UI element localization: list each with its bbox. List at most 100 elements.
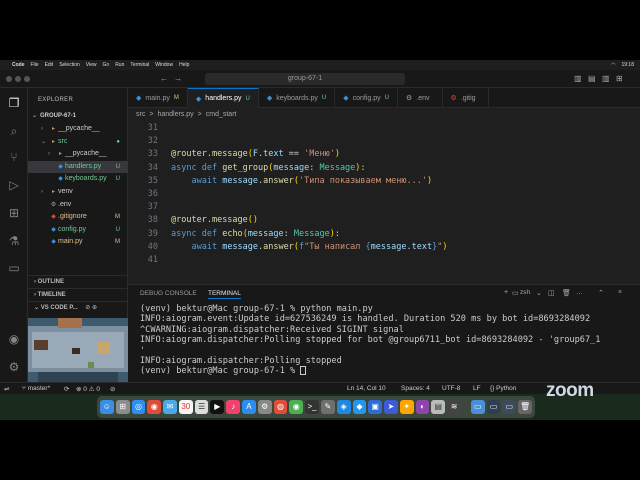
search-icon[interactable]: ⌕ <box>7 124 21 138</box>
tab-debug-console[interactable]: DEBUG CONSOLE <box>140 290 197 297</box>
code-line[interactable]: 32 <box>128 135 640 148</box>
sync-icon[interactable]: ⟳ <box>64 385 69 393</box>
apple-tv-icon[interactable]: ▶ <box>210 400 225 414</box>
editor-tab[interactable]: ⚙ .env <box>398 88 443 108</box>
code-line[interactable]: 36 <box>128 188 640 201</box>
tree-item[interactable]: ◆ .gitignore M <box>28 211 128 223</box>
tree-item[interactable]: ◆ config.py U <box>28 224 128 236</box>
tree-item[interactable]: ◆ keyboards.py U <box>28 173 128 185</box>
recent-window-2-icon[interactable]: ▭ <box>502 400 517 414</box>
safari-icon[interactable]: ◎ <box>131 400 146 414</box>
tab-terminal[interactable]: TERMINAL <box>208 290 241 299</box>
run-debug-icon[interactable]: ▷ <box>7 178 21 192</box>
editor-tab[interactable]: ⚙ .gitig <box>443 88 489 108</box>
new-terminal-icon[interactable]: + <box>504 289 508 296</box>
tree-item[interactable]: › ▸ venv <box>28 186 128 198</box>
back-arrow-icon[interactable]: ← <box>160 74 168 83</box>
problems-indicator[interactable]: ⊗ 0 ⚠ 0 <box>76 385 100 393</box>
workspace-root[interactable]: ⌄ GROUP-67-1 <box>28 110 128 122</box>
recent-window-icon[interactable]: ▭ <box>486 400 501 414</box>
mail-icon[interactable]: ✉ <box>163 400 177 414</box>
code-line[interactable]: 41 <box>128 254 640 267</box>
code-editor[interactable]: 31 32 33 @router.message(F.text == 'Меню') 3… <box>128 122 640 284</box>
downloads-folder-icon[interactable]: ▭ <box>470 400 485 414</box>
breadcrumb-item[interactable]: cmd_start <box>206 111 237 118</box>
line-ending[interactable]: LF <box>473 385 481 392</box>
manage-gear-icon[interactable]: ⚙ <box>7 360 21 374</box>
terminal-output[interactable]: (venv) bektur@Mac group-67-1 % python ma… <box>128 302 640 382</box>
code-line[interactable]: 33 @router.message(F.text == 'Меню') <box>128 148 640 161</box>
tree-item[interactable]: ◆ main.py M <box>28 236 128 248</box>
calendar-icon[interactable]: 30 <box>178 400 193 414</box>
notes-icon[interactable]: ✎ <box>320 400 335 414</box>
activity-monitor-icon[interactable]: ≋ <box>447 400 461 414</box>
preview-icon[interactable]: ▤ <box>431 400 446 414</box>
maximize-panel-icon[interactable]: ⌃ <box>598 289 604 297</box>
zoom-app-icon[interactable]: ▣ <box>368 400 383 414</box>
code-line[interactable]: 39 async def echo(message: Message): <box>128 228 640 241</box>
discord-icon[interactable]: ◐ <box>415 400 430 414</box>
menu-terminal[interactable]: Terminal <box>130 62 149 68</box>
clock[interactable]: 19:18 <box>621 62 634 68</box>
vscode-pets-section[interactable]: ⌄ VS CODE P... ⊘ ⊕ <box>28 301 128 313</box>
app-store-icon[interactable]: A <box>242 400 256 414</box>
tree-item[interactable]: ⌄ ▸ src ● <box>28 136 128 148</box>
menu-window[interactable]: Window <box>155 62 173 68</box>
kill-terminal-icon[interactable]: 🗑 <box>562 289 571 297</box>
code-line[interactable]: 35 await message.answer('Типа показываем… <box>128 175 640 188</box>
more-actions-icon[interactable]: … <box>576 289 583 296</box>
explorer-icon[interactable]: ❐ <box>7 96 21 110</box>
menu-selection[interactable]: Selection <box>59 62 80 68</box>
layout-sidebar-right-icon[interactable]: ▥ <box>602 74 610 83</box>
terminal-shell-name[interactable]: zsh <box>520 289 530 296</box>
outline-section[interactable]: › OUTLINE <box>28 275 128 287</box>
finder-icon[interactable]: ☺ <box>100 400 114 414</box>
browser-icon[interactable]: ◍ <box>273 400 288 414</box>
tree-item[interactable]: › ▸ __pycache__ <box>28 148 128 160</box>
split-panel-icon[interactable]: ◫ <box>548 289 555 297</box>
layout-panel-icon[interactable]: ▤ <box>588 74 596 83</box>
music-icon[interactable]: ♪ <box>226 400 241 414</box>
testing-icon[interactable]: ⚗ <box>7 234 21 248</box>
vscode-app-icon[interactable]: ◈ <box>336 400 351 414</box>
code-line[interactable]: 40 await message.answer(f"Ты написал {me… <box>128 241 640 254</box>
breadcrumb-item[interactable]: src <box>136 111 145 118</box>
menu-code[interactable]: Code <box>12 62 25 68</box>
cursor-position[interactable]: Ln 14, Col 10 <box>347 385 386 392</box>
ports-icon[interactable]: ⊘ <box>110 385 115 393</box>
code-line[interactable]: 38 @router.message() <box>128 214 640 227</box>
chrome-icon[interactable]: ◉ <box>147 400 162 414</box>
menu-help[interactable]: Help <box>179 62 189 68</box>
tree-item[interactable]: ◆ handlers.py U <box>28 160 128 173</box>
terminal-icon[interactable]: ▭ <box>7 261 21 275</box>
pets-actions-icon[interactable]: ⊘ ⊕ <box>85 305 97 311</box>
contacts-icon[interactable]: ☰ <box>194 400 209 414</box>
chrome-alt-icon[interactable]: ◉ <box>289 400 304 414</box>
split-terminal-icon[interactable]: ⌄ <box>536 289 542 297</box>
extensions-icon[interactable]: ⊞ <box>7 206 21 220</box>
editor-tab[interactable]: ◆ config.py U <box>335 88 398 108</box>
code-line[interactable]: 31 <box>128 122 640 135</box>
pages-icon[interactable]: ✦ <box>399 400 414 414</box>
indentation[interactable]: Spaces: 4 <box>401 385 430 392</box>
code-line[interactable]: 37 <box>128 201 640 214</box>
remote-icon[interactable]: ⇌ <box>4 385 9 393</box>
menu-file[interactable]: File <box>31 62 39 68</box>
source-control-icon[interactable]: ⑂ <box>7 150 21 164</box>
minimize-window-button[interactable] <box>15 76 21 82</box>
language-mode[interactable]: {} Python <box>490 385 516 392</box>
editor-tab[interactable]: ◆ handlers.py U <box>187 88 259 108</box>
close-window-button[interactable] <box>6 76 12 82</box>
editor-tab[interactable]: ◆ keyboards.py U <box>259 88 336 108</box>
code-line[interactable]: 34 async def get_group(message: Message): <box>128 162 640 175</box>
encoding[interactable]: UTF-8 <box>442 385 460 392</box>
menu-run[interactable]: Run <box>115 62 124 68</box>
customize-layout-icon[interactable]: ⊞ <box>616 74 623 83</box>
close-panel-icon[interactable]: × <box>618 289 622 296</box>
wifi-icon[interactable]: ◠ <box>611 62 615 68</box>
branch-indicator[interactable]: ⑂ master* <box>22 385 50 392</box>
tree-item[interactable]: › ▸ __pycache__ <box>28 123 128 135</box>
menu-view[interactable]: View <box>86 62 97 68</box>
layout-sidebar-icon[interactable]: ▥ <box>574 74 582 83</box>
editor-tab[interactable]: ◆ main.py M <box>128 88 188 108</box>
